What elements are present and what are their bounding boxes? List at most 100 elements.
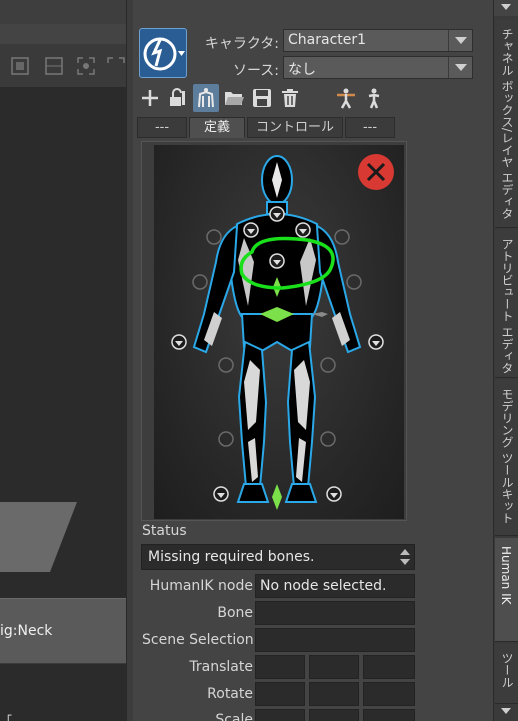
panel-gap — [481, 0, 493, 721]
panel-splitter[interactable] — [126, 0, 133, 721]
tab-right-placeholder[interactable]: --- — [345, 117, 395, 138]
right-elbow-selector[interactable] — [346, 274, 362, 290]
translate-y-field[interactable] — [309, 655, 359, 679]
right-knee-selector[interactable] — [320, 431, 336, 447]
right-shoulder-selector[interactable] — [295, 222, 311, 238]
humanik-toolbar — [137, 84, 397, 112]
chevron-down-icon — [448, 30, 472, 51]
humanik-panel: キャラクタ: Character1 ソース: なし --- 定義 コントロール … — [133, 0, 493, 721]
status-value: Missing required bones. — [148, 549, 315, 565]
left-clavicle-selector[interactable] — [206, 229, 222, 245]
humanik-node-value: No node selected. — [260, 578, 387, 594]
node-editor-toolbar — [0, 44, 126, 88]
rotate-y-field[interactable] — [309, 682, 359, 706]
side-tab-label: チャネル ボックス/レイヤ エディタ — [500, 28, 514, 220]
tab-definition[interactable]: 定義 — [189, 117, 245, 138]
scene-selection-field[interactable] — [255, 628, 415, 652]
humanik-logo-button[interactable] — [139, 28, 187, 78]
character-dropdown[interactable]: Character1 — [283, 29, 473, 52]
chest-selector[interactable] — [269, 253, 285, 269]
left-elbow-selector[interactable] — [192, 274, 208, 290]
unlock-button[interactable] — [165, 84, 191, 112]
translate-z-field[interactable] — [363, 655, 415, 679]
delete-button[interactable] — [277, 84, 303, 112]
save-button[interactable] — [249, 84, 275, 112]
tpose-button[interactable] — [333, 84, 359, 112]
source-value: なし — [288, 62, 316, 78]
left-foot-selector[interactable] — [213, 486, 229, 502]
character-value: Character1 — [288, 32, 367, 48]
character-definition-view — [141, 141, 407, 521]
neck-node[interactable]: ig:Neck — [0, 598, 126, 664]
skeleton-icon — [198, 88, 214, 108]
save-icon — [253, 89, 271, 107]
open-button[interactable] — [221, 84, 247, 112]
scroll-down-icon[interactable] — [501, 708, 511, 714]
chevron-down-icon — [448, 57, 472, 78]
status-label: Status — [142, 523, 187, 539]
side-tab-label: Human IK — [499, 546, 513, 605]
status-scroll-arrows-icon[interactable] — [399, 547, 411, 567]
left-shoulder-selector[interactable] — [243, 222, 259, 238]
rotate-z-field[interactable] — [363, 682, 415, 706]
side-tab-label: アトリビュート エディタ — [500, 238, 514, 374]
translate-label: Translate — [189, 659, 253, 675]
source-label: ソース: — [232, 63, 279, 79]
delete-icon — [282, 89, 298, 107]
scale-y-field[interactable] — [309, 709, 359, 721]
unlock-icon — [170, 88, 185, 106]
tab-left-placeholder[interactable]: --- — [137, 117, 187, 138]
character-figure[interactable] — [142, 142, 408, 522]
close-button[interactable] — [358, 154, 394, 190]
viewport-panel: ig:Neck 「 — [0, 0, 133, 721]
right-clavicle-selector[interactable] — [334, 229, 350, 245]
side-tab-modeling-toolkit[interactable]: モデリング ツールキット — [495, 380, 518, 536]
definition-mode-button[interactable] — [193, 84, 219, 112]
humanik-logo-icon — [143, 37, 185, 71]
right-foot-selector[interactable] — [326, 486, 342, 502]
scene-selection-label: Scene Selection — [142, 632, 253, 648]
scale-z-field[interactable] — [363, 709, 415, 721]
side-tab-channel-box[interactable]: チャネル ボックス/レイヤ エディタ — [495, 20, 518, 228]
source-dropdown[interactable]: なし — [283, 56, 473, 79]
tab-controls[interactable]: コントロール — [247, 117, 343, 138]
character-icon — [368, 88, 380, 109]
bone-field[interactable] — [255, 601, 415, 625]
left-knee-selector[interactable] — [218, 431, 234, 447]
frame-all-icon[interactable] — [76, 56, 96, 76]
bone-label: Bone — [217, 605, 253, 621]
side-tab-human-ik[interactable]: Human IK — [495, 538, 518, 642]
scale-x-field[interactable] — [255, 709, 305, 721]
humanik-tab-bar: --- 定義 コントロール --- — [137, 117, 395, 138]
graph-icon[interactable] — [10, 56, 30, 76]
chevron-down-icon[interactable] — [494, 0, 518, 16]
reference-bone[interactable] — [272, 484, 282, 510]
viewport-top-strip — [0, 0, 133, 24]
graph-node[interactable] — [0, 502, 77, 572]
character-pose-button[interactable] — [361, 84, 387, 112]
viewport-bottom-text: 「 — [0, 714, 13, 721]
left-hand-selector[interactable] — [171, 334, 187, 350]
add-icon — [142, 90, 158, 106]
scale-label: Scale — [215, 712, 253, 721]
create-skeleton-button[interactable] — [137, 84, 163, 112]
humanik-node-label: HumanIK node — [149, 578, 253, 594]
neck-selector[interactable] — [269, 206, 285, 222]
side-tab-tools[interactable]: ツール — [495, 644, 518, 704]
rotate-x-field[interactable] — [255, 682, 305, 706]
right-hip-selector[interactable] — [320, 357, 336, 373]
side-tab-attribute-editor[interactable]: アトリビュート エディタ — [495, 230, 518, 378]
left-hip-selector[interactable] — [218, 357, 234, 373]
right-hand-selector[interactable] — [368, 334, 384, 350]
folder-icon — [225, 92, 244, 105]
character-label: キャラクタ: — [204, 36, 279, 52]
humanik-node-field: No node selected. — [255, 574, 415, 598]
tpose-icon — [337, 88, 355, 109]
side-tab-bar: チャネル ボックス/レイヤ エディタ アトリビュート エディタ モデリング ツー… — [493, 0, 518, 721]
status-field: Missing required bones. — [141, 544, 415, 570]
layout-icon[interactable] — [44, 56, 64, 76]
neck-node-label: ig:Neck — [0, 623, 53, 639]
side-tab-label: ツール — [500, 652, 514, 688]
frame-selected-icon[interactable] — [106, 56, 126, 76]
translate-x-field[interactable] — [255, 655, 305, 679]
